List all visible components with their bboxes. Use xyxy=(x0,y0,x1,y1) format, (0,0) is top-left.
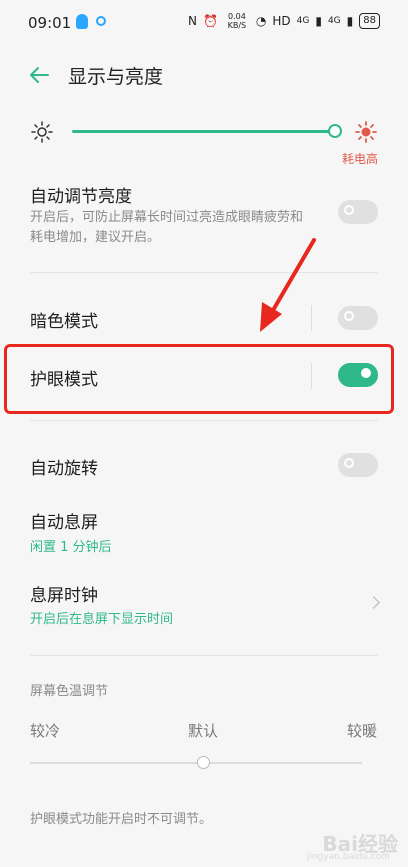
signal-1: 4G xyxy=(296,16,310,26)
signal-bars-icon: ▮ xyxy=(315,14,322,28)
toggle-knob xyxy=(344,205,354,215)
qq-notification-icon xyxy=(76,14,88,29)
network-type: HD xyxy=(272,14,291,28)
screen-off-clock-title[interactable]: 息屏时钟 xyxy=(30,581,98,606)
warm-label: 较暖 xyxy=(347,722,378,740)
screen-off-clock-value: 开启后在息屏下显示时间 xyxy=(30,612,174,627)
auto-brightness-desc-1: 开启后，可防止屏幕长时间过亮造成眼睛疲劳和 xyxy=(30,210,304,225)
dark-mode-title: 暗色模式 xyxy=(30,312,98,332)
divider xyxy=(30,272,378,273)
toggle-knob xyxy=(361,368,371,378)
auto-rotate-toggle[interactable] xyxy=(338,453,378,477)
net-speed: 0.04 KB/S xyxy=(227,12,247,30)
app-notification-icon xyxy=(96,16,106,26)
color-temperature-slider-track xyxy=(30,762,362,764)
divider xyxy=(30,420,378,421)
back-arrow-icon[interactable] xyxy=(28,64,50,86)
nfc-icon: N xyxy=(187,14,197,28)
auto-screen-off-title[interactable]: 自动息屏 xyxy=(30,508,98,533)
watermark-url: jingyan.baidu.com xyxy=(306,852,390,862)
color-temperature-note: 护眼模式功能开启时不可调节。 xyxy=(30,812,213,827)
color-temperature-slider-thumb xyxy=(197,756,210,769)
signal-2: 4G xyxy=(327,16,341,26)
power-consumption-label: 耗电高 xyxy=(341,152,378,166)
auto-screen-off-value: 闲置 1 分钟后 xyxy=(30,540,112,555)
auto-brightness-title: 自动调节亮度 xyxy=(30,187,132,207)
signal-bars-icon: ▮ xyxy=(346,14,354,28)
high-brightness-icon xyxy=(355,121,377,143)
status-time: 09:01 xyxy=(28,14,72,32)
chevron-right-icon[interactable] xyxy=(367,596,380,609)
brightness-slider-track[interactable] xyxy=(72,130,334,133)
default-label: 默认 xyxy=(188,722,219,740)
cold-label: 较冷 xyxy=(30,722,61,740)
separator xyxy=(311,363,312,389)
eye-care-title: 护眼模式 xyxy=(30,370,98,390)
status-icons: N ⏰ 0.04 KB/S ◔ HD 4G ▮ 4G ▮ 88 xyxy=(188,12,380,30)
auto-rotate-title: 自动旋转 xyxy=(30,459,98,479)
wifi-icon: ◔ xyxy=(255,14,267,28)
auto-brightness-desc-2: 耗电增加，建议开启。 xyxy=(30,230,161,245)
toggle-knob xyxy=(344,311,354,321)
brightness-slider-thumb[interactable] xyxy=(328,124,342,138)
low-brightness-icon xyxy=(31,121,53,143)
page-title: 显示与亮度 xyxy=(68,66,164,88)
eye-care-toggle[interactable] xyxy=(338,363,378,387)
auto-brightness-toggle[interactable] xyxy=(338,200,378,224)
battery-icon: 88 xyxy=(359,13,380,29)
dark-mode-toggle[interactable] xyxy=(338,306,378,330)
toggle-knob xyxy=(344,458,354,468)
divider xyxy=(30,655,378,656)
alarm-icon: ⏰ xyxy=(202,14,218,28)
annotation-arrow xyxy=(260,238,316,332)
color-temperature-section-title: 屏幕色温调节 xyxy=(30,684,109,699)
